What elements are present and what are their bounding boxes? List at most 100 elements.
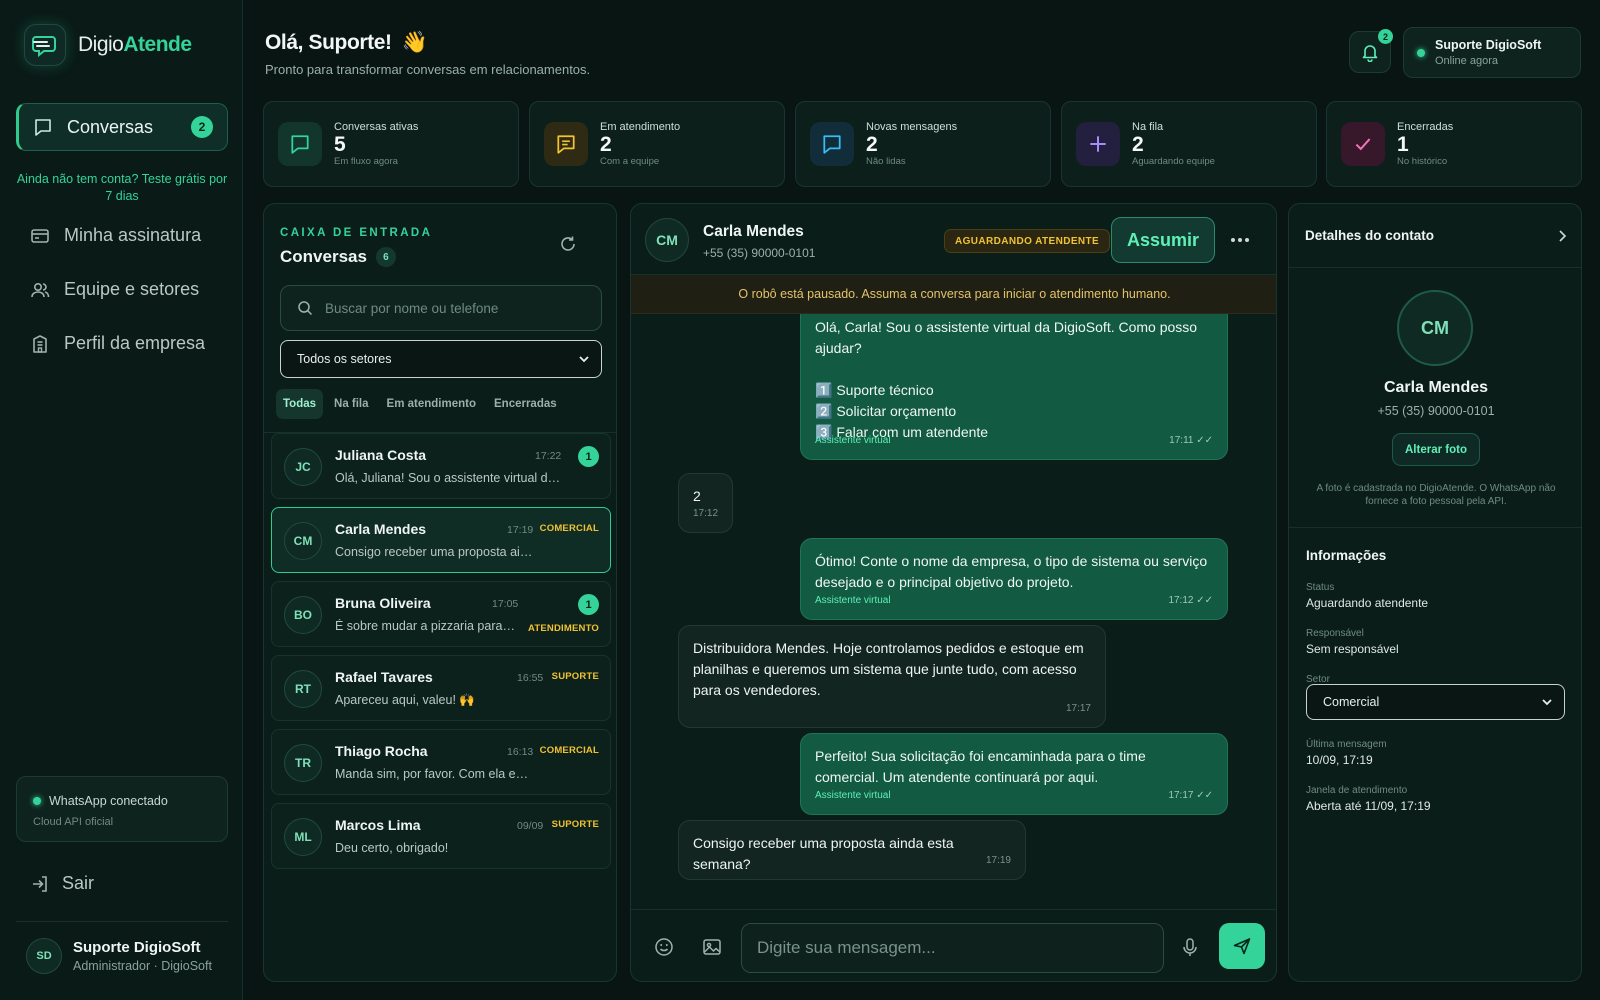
contact-name: Carla Mendes <box>1383 379 1489 396</box>
stat-title: Em atendimento <box>600 121 681 133</box>
online-dot-icon <box>33 797 41 805</box>
chevron-down-icon <box>1540 695 1554 709</box>
nav-item-conversas[interactable]: Conversas 2 <box>16 103 228 151</box>
microphone-icon[interactable] <box>1180 937 1200 957</box>
contact-name: Carla Mendes <box>703 223 804 240</box>
unread-badge: 1 <box>578 594 599 615</box>
conversation-item[interactable]: RT Rafael Tavares 16:55 Apareceu aqui, v… <box>271 655 611 721</box>
nav-item-equipe[interactable]: Equipe e setores <box>30 279 199 300</box>
select-value: Comercial <box>1323 695 1380 709</box>
send-icon <box>1232 936 1252 956</box>
change-photo-button[interactable]: Alterar foto <box>1392 433 1480 466</box>
brand-logo[interactable]: DigioAtende <box>24 24 192 66</box>
building-icon <box>30 334 50 354</box>
stat-desc: Aguardando equipe <box>1132 156 1215 167</box>
sector-tag: SUPORTE <box>551 819 599 830</box>
current-user[interactable]: SD Suporte DigioSoft Administrador · Dig… <box>26 938 212 974</box>
stat-card-in-service: Em atendimento 2 Com a equipe <box>529 101 785 187</box>
tab-na-fila[interactable]: Na fila <box>327 389 376 419</box>
chevron-right-icon[interactable] <box>1555 228 1569 244</box>
contact-phone: +55 (35) 90000-0101 <box>1377 404 1495 418</box>
send-button[interactable] <box>1219 923 1265 969</box>
notification-count: 2 <box>1378 29 1393 44</box>
notifications-button[interactable]: 2 <box>1349 29 1393 73</box>
trial-link[interactable]: Ainda não tem conta? Teste grátis por 7 … <box>16 171 228 205</box>
stat-card-new-messages: Novas mensagens 2 Não lidas <box>795 101 1051 187</box>
logout-button[interactable]: Sair <box>30 873 94 894</box>
avatar: CM <box>284 522 322 560</box>
field-status: Aguardando atendente <box>1306 596 1429 610</box>
stat-card-active: Conversas ativas 5 Em fluxo agora <box>263 101 519 187</box>
conversation-preview: Consigo receber uma proposta ain... <box>335 545 535 559</box>
conversation-time: 17:22 <box>535 450 562 462</box>
chat-icon <box>33 117 53 137</box>
sector-filter-select[interactable]: Todos os setores <box>280 340 602 378</box>
field-owner: Sem responsável <box>1306 642 1399 656</box>
conversation-preview: Deu certo, obrigado! <box>335 841 449 855</box>
conversation-item[interactable]: CM Carla Mendes 17:19 Consigo receber um… <box>271 507 611 573</box>
chat-panel: CM Carla Mendes +55 (35) 90000-0101 AGUA… <box>630 203 1277 982</box>
tab-encerradas[interactable]: Encerradas <box>487 389 564 419</box>
sector-select[interactable]: Comercial <box>1306 684 1565 720</box>
stat-value: 2 <box>866 133 878 156</box>
whatsapp-sub: Cloud API oficial <box>33 816 114 828</box>
conversation-item[interactable]: BO Bruna Oliveira 17:05 É sobre mudar a … <box>271 581 611 647</box>
user-name: Suporte DigioSoft <box>73 939 201 956</box>
stat-value: 2 <box>600 133 612 156</box>
conversation-preview: Manda sim, por favor. Com ela eu ... <box>335 767 535 781</box>
conversation-name: Juliana Costa <box>335 447 427 463</box>
message-bubble-incoming: Distribuidora Mendes. Hoje controlamos p… <box>678 625 1106 728</box>
search-icon <box>297 300 313 316</box>
stat-title: Na fila <box>1132 121 1164 133</box>
conversation-preview: Olá, Juliana! Sou o assistente virtual d… <box>335 471 565 485</box>
emoji-icon[interactable] <box>654 937 674 957</box>
chevron-down-icon <box>577 352 591 366</box>
check-icon <box>1341 122 1385 166</box>
avatar: TR <box>284 744 322 782</box>
stat-title: Encerradas <box>1397 121 1454 133</box>
conversation-time: 17:05 <box>492 598 519 610</box>
conversation-item[interactable]: JC Juliana Costa 17:22 Olá, Juliana! Sou… <box>271 433 611 499</box>
tab-em-atendimento[interactable]: Em atendimento <box>380 389 483 419</box>
status-badge: AGUARDANDO ATENDENTE <box>944 229 1111 253</box>
logout-icon <box>30 874 50 894</box>
inbox-count: 6 <box>375 247 396 267</box>
chat-icon <box>810 122 854 166</box>
message-time: 17:12 ✓✓ <box>1168 595 1213 606</box>
avatar: CM <box>645 218 689 262</box>
nav-item-assinatura[interactable]: Minha assinatura <box>30 225 201 246</box>
nav-label: Equipe e setores <box>64 279 200 299</box>
assume-button[interactable]: Assumir <box>1111 217 1215 263</box>
message-input[interactable]: Digite sua mensagem... <box>741 923 1164 973</box>
contact-details-panel: Detalhes do contato CM Carla Mendes +55 … <box>1288 203 1582 982</box>
card-icon <box>30 226 50 246</box>
refresh-icon[interactable] <box>558 234 578 254</box>
stat-value: 5 <box>334 133 346 156</box>
info-title: Informações <box>1306 548 1387 563</box>
conversation-item[interactable]: TR Thiago Rocha 16:13 Manda sim, por fav… <box>271 729 611 795</box>
nav-item-empresa[interactable]: Perfil da empresa <box>30 333 205 354</box>
inbox-panel: CAIXA DE ENTRADA Conversas 6 Buscar por n… <box>263 203 617 982</box>
field-label: Janela de atendimento <box>1306 785 1408 796</box>
message-text: Olá, Carla! Sou o assistente virtual da … <box>815 319 1198 440</box>
message-time: 17:11 ✓✓ <box>1169 435 1213 446</box>
plus-icon <box>1076 122 1120 166</box>
message-text: Perfeito! Sua solicitação foi encaminhad… <box>815 748 1146 785</box>
more-options-icon[interactable] <box>1229 231 1251 249</box>
stat-desc: Em fluxo agora <box>334 156 398 167</box>
image-icon[interactable] <box>702 937 722 957</box>
conversation-name: Bruna Oliveira <box>335 595 431 611</box>
conversation-name: Carla Mendes <box>335 521 427 537</box>
search-input[interactable]: Buscar por nome ou telefone <box>280 285 602 331</box>
tab-todas[interactable]: Todas <box>276 389 324 419</box>
message-bubble-outgoing: Perfeito! Sua solicitação foi encaminhad… <box>800 733 1228 815</box>
select-value: Todos os setores <box>297 352 392 366</box>
whatsapp-status-card: WhatsApp conectado Cloud API oficial <box>16 776 228 842</box>
sidebar: DigioAtende Conversas 2 Ainda não tem co… <box>0 0 243 1000</box>
conversation-time: 16:13 <box>507 746 534 758</box>
unread-badge: 1 <box>578 446 599 467</box>
user-menu[interactable]: Suporte DigioSoft Online agora <box>1403 27 1581 78</box>
conversation-item[interactable]: ML Marcos Lima 09/09 Deu certo, obrigado… <box>271 803 611 869</box>
stat-card-queue: Na fila 2 Aguardando equipe <box>1061 101 1317 187</box>
field-last-message: 10/09, 17:19 <box>1306 753 1373 767</box>
